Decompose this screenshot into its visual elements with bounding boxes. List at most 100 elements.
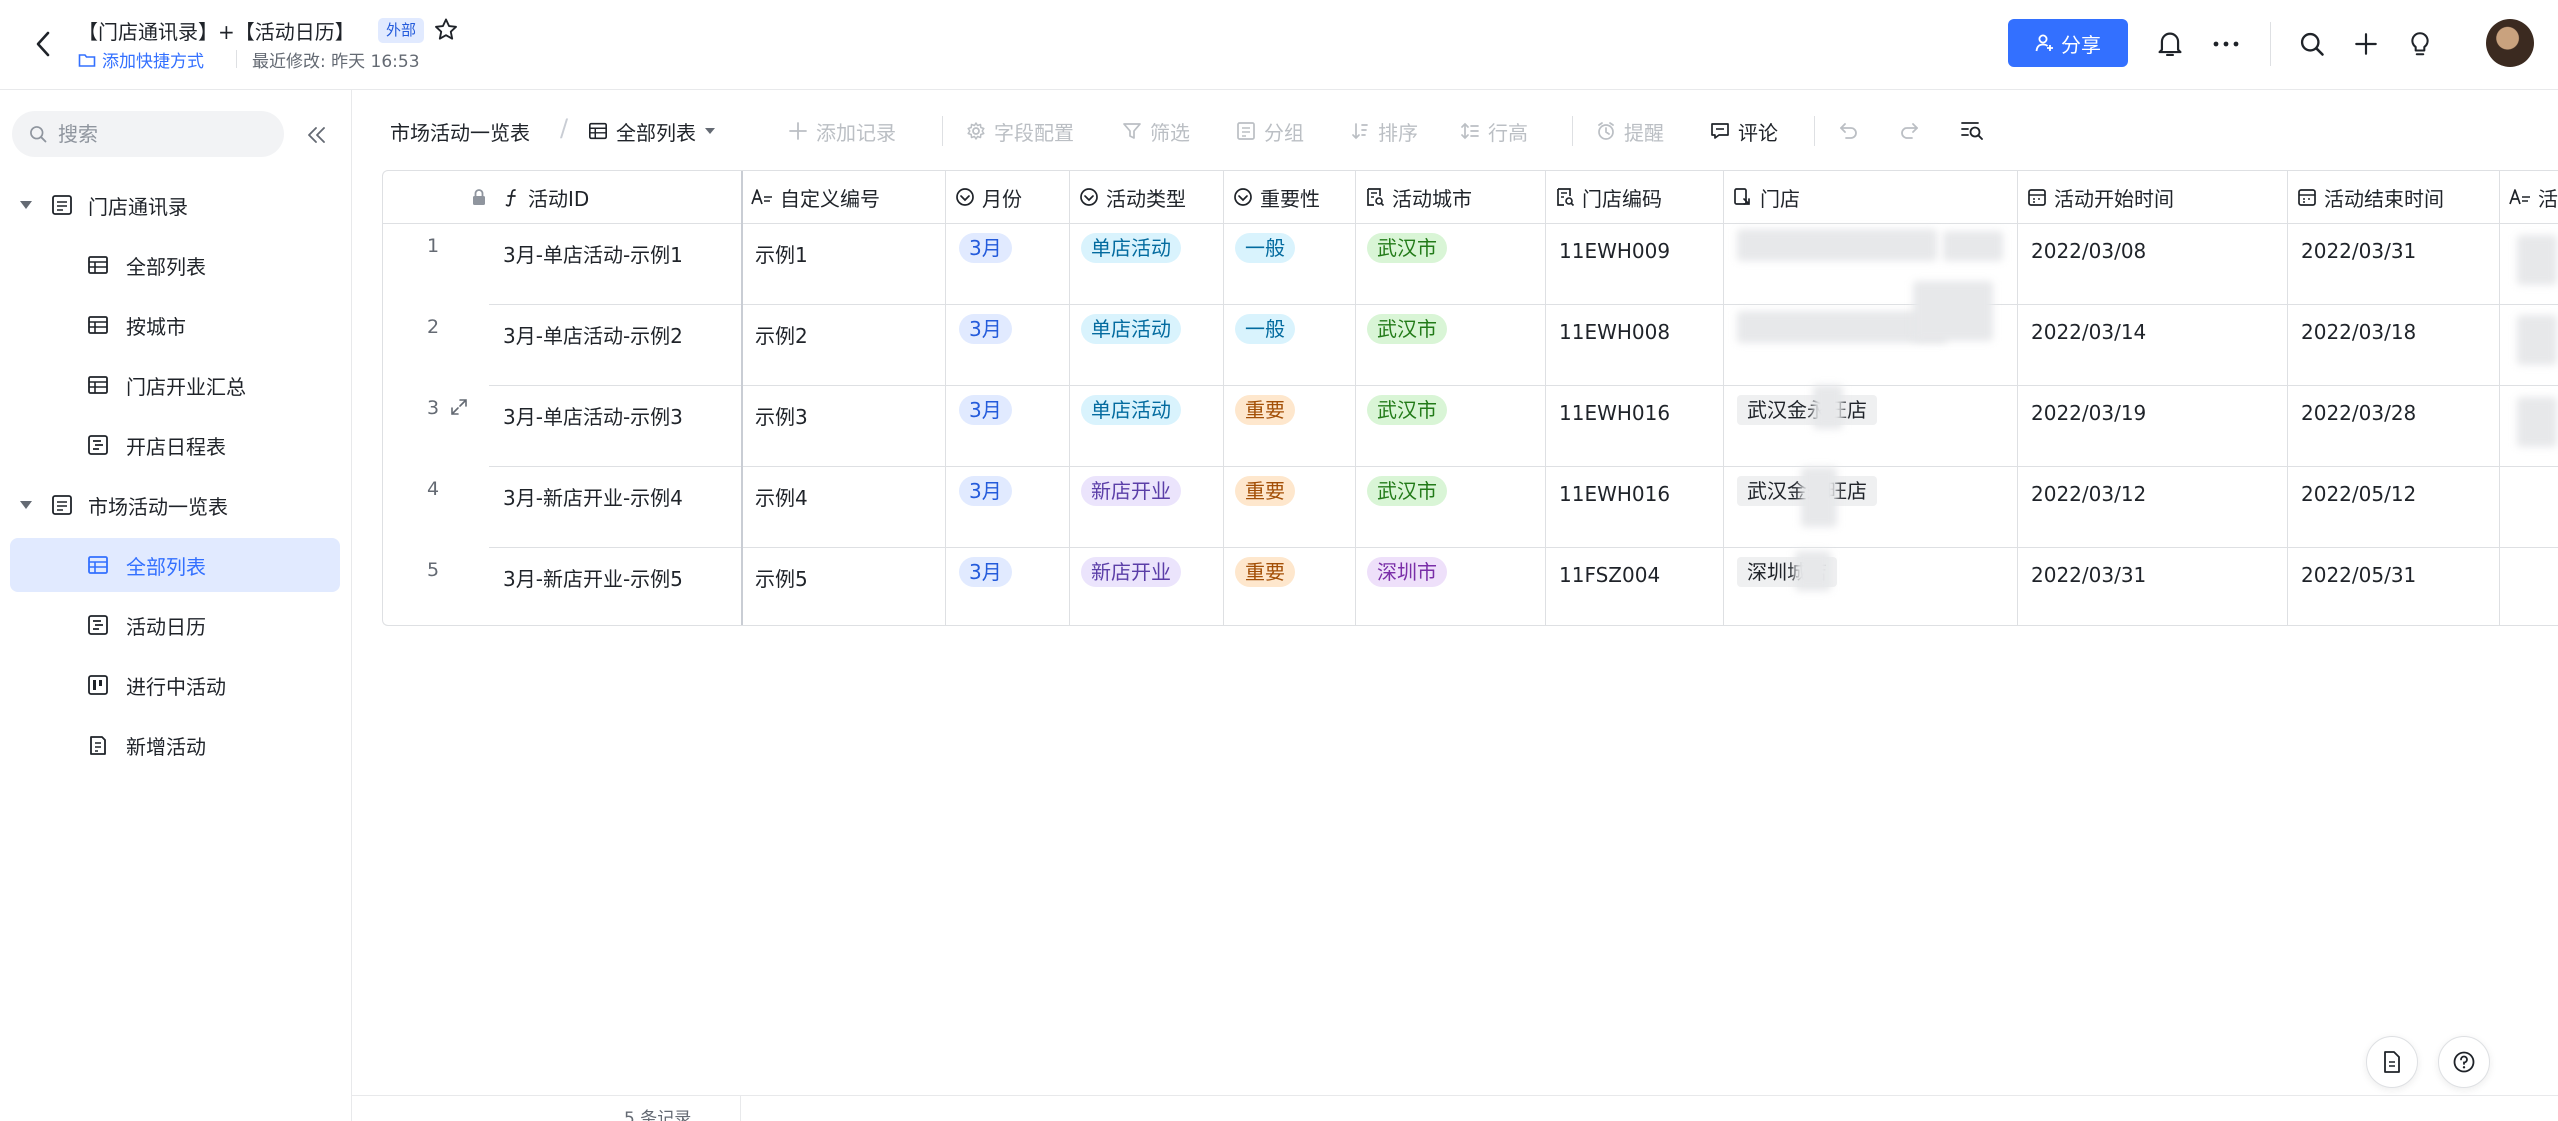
caret-down-icon[interactable] bbox=[20, 201, 32, 209]
cell-store-code[interactable]: 11EWH016 bbox=[1559, 401, 1670, 425]
column-header-custom-number[interactable]: 自定义编号 bbox=[743, 171, 880, 223]
view-switcher[interactable]: 全部列表 bbox=[588, 114, 716, 148]
tag-city[interactable]: 武汉市 bbox=[1367, 233, 1447, 263]
tag-activity-type[interactable]: 新店开业 bbox=[1081, 557, 1181, 587]
tag-importance[interactable]: 重要 bbox=[1235, 476, 1295, 506]
collapse-sidebar-icon[interactable] bbox=[302, 120, 332, 150]
cell-store-code[interactable]: 11FSZ004 bbox=[1559, 563, 1660, 587]
document-icon[interactable] bbox=[2366, 1036, 2418, 1088]
cell-end-time[interactable]: 2022/03/31 bbox=[2301, 239, 2416, 263]
column-header-start-time[interactable]: 活动开始时间 bbox=[2019, 171, 2174, 223]
avatar[interactable] bbox=[2486, 19, 2534, 67]
column-header-importance[interactable]: 重要性 bbox=[1225, 171, 1320, 223]
cell-end-time[interactable]: 2022/05/31 bbox=[2301, 563, 2416, 587]
tag-importance[interactable]: 重要 bbox=[1235, 395, 1295, 425]
cell-start-time[interactable]: 2022/03/12 bbox=[2031, 482, 2146, 506]
share-button[interactable]: 分享 bbox=[2008, 19, 2128, 67]
tag-month[interactable]: 3月 bbox=[959, 233, 1012, 263]
tag-importance[interactable]: 一般 bbox=[1235, 314, 1295, 344]
cell-store-code[interactable]: 11EWH016 bbox=[1559, 482, 1670, 506]
tag-month[interactable]: 3月 bbox=[959, 314, 1012, 344]
search-input[interactable] bbox=[58, 122, 258, 146]
star-icon[interactable] bbox=[432, 16, 460, 44]
column-header-truncated[interactable]: 活 bbox=[2501, 171, 2558, 223]
tag-city[interactable]: 武汉市 bbox=[1367, 395, 1447, 425]
cell-end-time[interactable]: 2022/03/18 bbox=[2301, 320, 2416, 344]
expand-record-icon[interactable] bbox=[449, 397, 469, 417]
cell-store-code[interactable]: 11EWH009 bbox=[1559, 239, 1670, 263]
cell-custom-number[interactable]: 示例1 bbox=[755, 239, 808, 268]
cell-custom-number[interactable]: 示例5 bbox=[755, 563, 808, 592]
column-header-activity-city[interactable]: 活动城市 bbox=[1357, 171, 1472, 223]
tag-activity-type[interactable]: 单店活动 bbox=[1081, 395, 1181, 425]
group-button[interactable]: 分组 bbox=[1236, 114, 1304, 148]
lightbulb-icon[interactable] bbox=[2402, 26, 2438, 62]
tag-month[interactable]: 3月 bbox=[959, 557, 1012, 587]
bell-icon[interactable] bbox=[2152, 26, 2188, 62]
tag-activity-type[interactable]: 单店活动 bbox=[1081, 233, 1181, 263]
add-shortcut-link[interactable]: 添加快捷方式 bbox=[78, 47, 204, 72]
cell-start-time[interactable]: 2022/03/19 bbox=[2031, 401, 2146, 425]
back-arrow-icon[interactable] bbox=[26, 27, 60, 61]
sidebar-item-new-activity[interactable]: 新增活动 bbox=[10, 718, 340, 772]
sort-button[interactable]: 排序 bbox=[1350, 114, 1418, 148]
column-header-activity-type[interactable]: 活动类型 bbox=[1071, 171, 1186, 223]
tag-importance[interactable]: 一般 bbox=[1235, 233, 1295, 263]
tag-month[interactable]: 3月 bbox=[959, 476, 1012, 506]
sidebar-item-activity-calendar[interactable]: 活动日历 bbox=[10, 598, 340, 652]
cell-start-time[interactable]: 2022/03/08 bbox=[2031, 239, 2146, 263]
undo-icon[interactable] bbox=[1838, 114, 1860, 148]
tag-month[interactable]: 3月 bbox=[959, 395, 1012, 425]
column-header-activity-id[interactable]: 活动ID bbox=[495, 171, 589, 223]
tag-city[interactable]: 武汉市 bbox=[1367, 476, 1447, 506]
cell-end-time[interactable]: 2022/03/28 bbox=[2301, 401, 2416, 425]
tag-city[interactable]: 武汉市 bbox=[1367, 314, 1447, 344]
more-icon[interactable] bbox=[2208, 26, 2244, 62]
cell-end-time[interactable]: 2022/05/12 bbox=[2301, 482, 2416, 506]
cell-custom-number[interactable]: 示例2 bbox=[755, 320, 808, 349]
cell-activity-id[interactable]: 3月-单店活动-示例3 bbox=[503, 401, 683, 430]
comment-button[interactable]: 评论 bbox=[1710, 114, 1778, 148]
tag-city[interactable]: 深圳市 bbox=[1367, 557, 1447, 587]
tag-activity-type[interactable]: 单店活动 bbox=[1081, 314, 1181, 344]
sidebar-item-all-list[interactable]: 全部列表 bbox=[10, 238, 340, 292]
cell-custom-number[interactable]: 示例4 bbox=[755, 482, 808, 511]
help-icon[interactable] bbox=[2438, 1036, 2490, 1088]
sidebar-table-marketing-activities[interactable]: 市场活动一览表 bbox=[10, 478, 340, 532]
cell-start-time[interactable]: 2022/03/31 bbox=[2031, 563, 2146, 587]
sidebar: 门店通讯录 全部列表 按城市 门店开业汇总 开店日程表 市场活动一览表 bbox=[0, 90, 352, 1121]
cell-custom-number[interactable]: 示例3 bbox=[755, 401, 808, 430]
sidebar-search[interactable] bbox=[12, 111, 284, 157]
cell-activity-id[interactable]: 3月-新店开业-示例4 bbox=[503, 482, 683, 511]
cell-activity-id[interactable]: 3月-单店活动-示例2 bbox=[503, 320, 683, 349]
reminder-button[interactable]: 提醒 bbox=[1596, 114, 1664, 148]
row-divider bbox=[489, 304, 2558, 305]
row-height-button[interactable]: 行高 bbox=[1460, 114, 1528, 148]
filter-button[interactable]: 筛选 bbox=[1122, 114, 1190, 148]
cell-activity-id[interactable]: 3月-新店开业-示例5 bbox=[503, 563, 683, 592]
tag-importance[interactable]: 重要 bbox=[1235, 557, 1295, 587]
linked-store-chip[interactable]: 武汉金永旺店 bbox=[1737, 395, 1877, 425]
table-name-breadcrumb[interactable]: 市场活动一览表 bbox=[390, 114, 530, 148]
cell-store-code[interactable]: 11EWH008 bbox=[1559, 320, 1670, 344]
plus-icon[interactable] bbox=[2348, 26, 2384, 62]
tag-activity-type[interactable]: 新店开业 bbox=[1081, 476, 1181, 506]
sidebar-item-store-opening-summary[interactable]: 门店开业汇总 bbox=[10, 358, 340, 412]
column-header-store[interactable]: 门店 bbox=[1725, 171, 1800, 223]
column-header-month[interactable]: 月份 bbox=[947, 171, 1022, 223]
search-icon[interactable] bbox=[2294, 26, 2330, 62]
column-header-store-code[interactable]: 门店编码 bbox=[1547, 171, 1662, 223]
sidebar-item-ongoing-activities[interactable]: 进行中活动 bbox=[10, 658, 340, 712]
cell-activity-id[interactable]: 3月-单店活动-示例1 bbox=[503, 239, 683, 268]
sidebar-item-opening-schedule[interactable]: 开店日程表 bbox=[10, 418, 340, 472]
caret-down-icon[interactable] bbox=[20, 501, 32, 509]
redo-icon[interactable] bbox=[1898, 114, 1920, 148]
add-record-button[interactable]: 添加记录 bbox=[788, 114, 896, 148]
column-header-end-time[interactable]: 活动结束时间 bbox=[2289, 171, 2444, 223]
field-config-button[interactable]: 字段配置 bbox=[966, 114, 1074, 148]
sidebar-table-store-directory[interactable]: 门店通讯录 bbox=[10, 178, 340, 232]
sidebar-item-by-city[interactable]: 按城市 bbox=[10, 298, 340, 352]
sidebar-item-all-list-active[interactable]: 全部列表 bbox=[10, 538, 340, 592]
cell-start-time[interactable]: 2022/03/14 bbox=[2031, 320, 2146, 344]
find-record-icon[interactable] bbox=[1960, 114, 1984, 148]
